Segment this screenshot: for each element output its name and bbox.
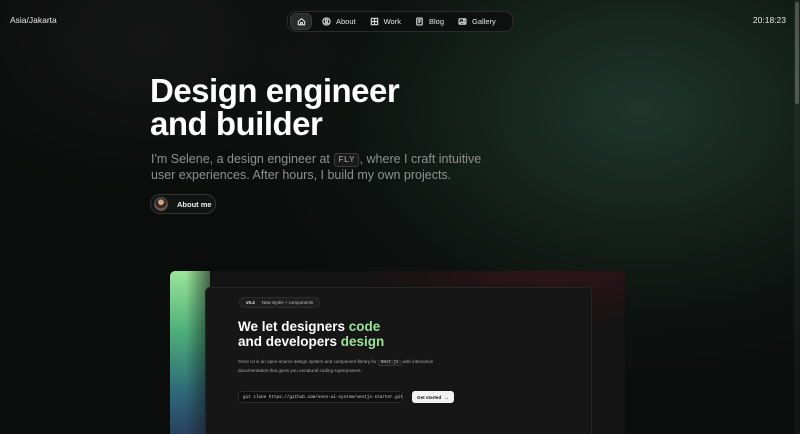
nav-work[interactable]: Work <box>363 13 408 30</box>
preview-title-accent1: code <box>348 319 381 334</box>
scrollbar[interactable] <box>794 0 800 434</box>
image-icon <box>458 18 467 25</box>
top-nav: About Work Blog Gallery <box>287 11 513 32</box>
version-number: v0.4 <box>246 300 255 305</box>
about-me-button[interactable]: About me <box>150 194 216 214</box>
preview-description: Once UI is an open-source design system … <box>238 358 448 375</box>
timezone-label: Asia/Jakarta <box>10 15 57 25</box>
avatar <box>154 197 168 211</box>
nav-home[interactable] <box>290 13 312 30</box>
hero-title: Design engineer and builder <box>150 72 400 142</box>
preview-desc-code: Next.js <box>377 360 402 366</box>
arrow-right-icon: → <box>444 394 449 400</box>
hero-subtitle-before: I'm Selene, a design engineer at <box>151 152 334 166</box>
home-icon <box>297 17 305 26</box>
preview-desc-before: Once UI is an open-source design system … <box>238 359 378 364</box>
grid-icon <box>370 17 378 26</box>
project-preview-card[interactable]: v0.4 New styles + components We let desi… <box>170 271 625 434</box>
version-badge: v0.4 New styles + components <box>239 297 321 308</box>
clone-command[interactable]: git clone https://github.com/once-ui-sys… <box>238 391 403 403</box>
get-started-label: Get started <box>417 394 442 400</box>
nav-about-label: About <box>336 17 356 26</box>
nav-gallery[interactable]: Gallery <box>451 13 503 30</box>
preview-gradient-stripe <box>170 271 210 434</box>
clone-command-text: git clone https://github.com/once-ui-sys… <box>243 394 403 400</box>
version-note: New styles + components <box>261 300 314 305</box>
user-circle-icon <box>322 17 331 26</box>
scrollbar-thumb[interactable] <box>795 2 799 104</box>
nav-work-label: Work <box>383 17 401 26</box>
book-icon <box>416 17 423 26</box>
preview-title-part2: and developers <box>238 334 341 349</box>
nav-blog-label: Blog <box>428 17 444 26</box>
about-me-label: About me <box>177 199 212 209</box>
hero-title-line1: Design engineer <box>150 72 400 109</box>
hero-subtitle: I'm Selene, a design engineer at FLY, wh… <box>151 151 491 183</box>
nav-blog[interactable]: Blog <box>408 13 451 30</box>
company-code-chip: FLY <box>334 153 359 167</box>
clock: 20:18:23 <box>752 15 786 25</box>
hero-title-line2: and builder <box>150 105 323 142</box>
preview-title-accent2: design <box>340 334 385 349</box>
get-started-button[interactable]: Get started → <box>412 391 454 403</box>
nav-gallery-label: Gallery <box>472 17 496 26</box>
preview-screenshot: v0.4 New styles + components We let desi… <box>205 287 592 434</box>
preview-title: We let designers code and developers des… <box>238 319 384 349</box>
nav-about[interactable]: About <box>315 13 363 30</box>
preview-title-part1: We let designers <box>238 319 349 334</box>
